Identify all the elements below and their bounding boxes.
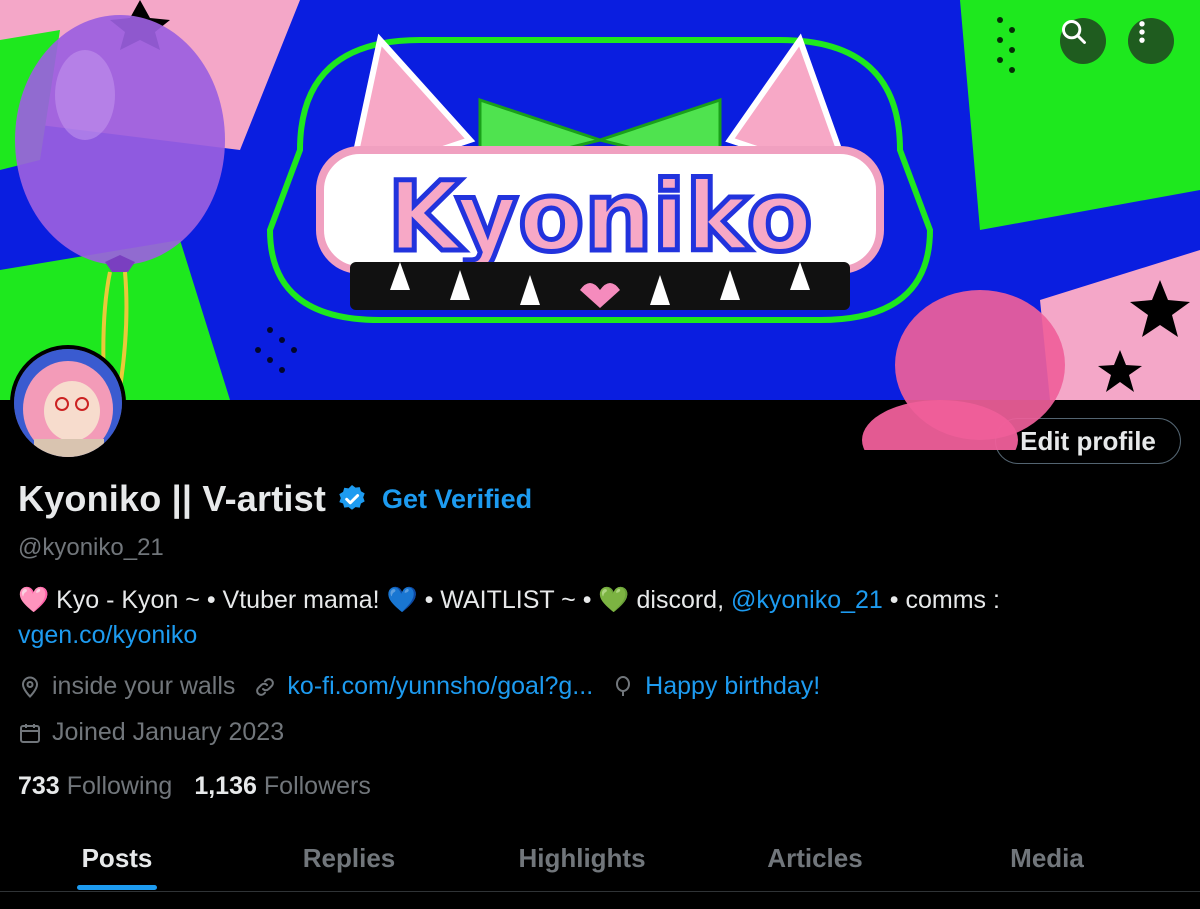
more-options-button[interactable] xyxy=(1128,18,1174,64)
tab-media[interactable]: Media xyxy=(1010,843,1084,874)
following-label: Following xyxy=(66,772,173,800)
bio-text: • comms : xyxy=(882,586,1000,614)
profile-meta: inside your walls ko-fi.com/yunnsho/goal… xyxy=(18,672,838,701)
website-link[interactable]: ko-fi.com/yunnsho/goal?g... xyxy=(287,672,593,701)
search-icon xyxy=(1062,20,1086,44)
blue-heart-emoji: 💙 xyxy=(386,586,418,614)
active-tab-indicator xyxy=(77,885,157,890)
followers-stat[interactable]: 1,136 Followers xyxy=(194,772,371,801)
tab-highlights[interactable]: Highlights xyxy=(518,843,645,874)
tab-replies[interactable]: Replies xyxy=(303,843,396,874)
get-verified-link[interactable]: Get Verified xyxy=(382,484,532,515)
avatar-image xyxy=(14,349,122,457)
bio: 🩷 Kyo - Kyon ~ • Vtuber mama! 💙 • WAITLI… xyxy=(18,583,1188,653)
search-button[interactable] xyxy=(1060,18,1106,64)
location-text: inside your walls xyxy=(52,672,236,700)
balloon-icon xyxy=(616,675,631,696)
tab-posts[interactable]: Posts xyxy=(82,843,153,874)
birthday-text[interactable]: Happy birthday! xyxy=(645,672,820,701)
name-row: Kyoniko || V-artist Get Verified xyxy=(18,478,532,520)
location-item: inside your walls xyxy=(18,672,235,701)
bio-text: Kyo - Kyon ~ • Vtuber mama! xyxy=(49,586,387,614)
following-stat[interactable]: 733 Following xyxy=(18,772,172,801)
edit-profile-button[interactable]: Edit profile xyxy=(995,418,1181,464)
avatar[interactable] xyxy=(10,345,126,461)
banner-art: Kyoniko xyxy=(0,0,1200,400)
bio-text: • WAITLIST ~ • xyxy=(417,586,599,614)
website-item[interactable]: ko-fi.com/yunnsho/goal?g... xyxy=(253,672,593,701)
verified-badge-icon xyxy=(336,483,368,515)
location-pin-icon xyxy=(21,675,39,698)
calendar-icon xyxy=(20,723,40,743)
bio-website-link[interactable]: vgen.co/kyoniko xyxy=(18,621,197,649)
joined-row: Joined January 2023 xyxy=(18,718,284,747)
followers-count: 1,136 xyxy=(194,772,257,800)
more-vertical-icon xyxy=(1139,21,1145,43)
display-name: Kyoniko || V-artist xyxy=(18,478,327,519)
tab-articles[interactable]: Articles xyxy=(767,843,862,874)
banner-logo-text: Kyoniko xyxy=(387,161,812,273)
profile-tabs: Posts Replies Highlights Articles Media xyxy=(0,835,1200,892)
bio-mention-link[interactable]: @kyoniko_21 xyxy=(731,586,883,614)
handle: @kyoniko_21 xyxy=(18,534,164,561)
following-count: 733 xyxy=(18,772,60,800)
link-icon xyxy=(256,677,275,696)
pink-heart-emoji: 🩷 xyxy=(18,586,50,614)
profile-banner[interactable]: Kyoniko xyxy=(0,0,1200,400)
green-heart-emoji: 💚 xyxy=(598,586,630,614)
followers-label: Followers xyxy=(263,772,371,800)
bio-text: discord, xyxy=(629,586,731,614)
joined-date: Joined January 2023 xyxy=(52,718,285,746)
follow-stats: 733 Following 1,136 Followers xyxy=(18,772,393,801)
birthday-item[interactable]: Happy birthday! xyxy=(611,672,820,701)
